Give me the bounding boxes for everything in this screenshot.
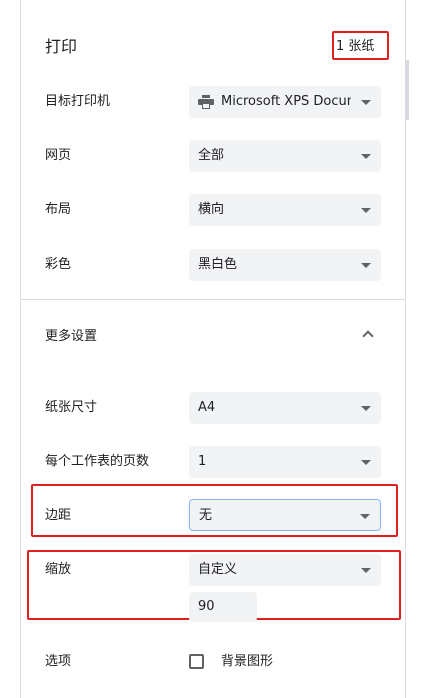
paper-size-value: A4 xyxy=(198,400,216,415)
margins-value: 无 xyxy=(199,508,213,523)
options-label: 选项 xyxy=(45,654,72,669)
pages-per-sheet-value: 1 xyxy=(198,454,207,469)
scale-select[interactable]: 自定义 xyxy=(189,554,381,586)
destination-value: Microsoft XPS Docum xyxy=(221,94,351,109)
scale-input[interactable]: 90 xyxy=(189,592,257,622)
more-settings-label[interactable]: 更多设置 xyxy=(45,327,97,347)
paper-size-label: 纸张尺寸 xyxy=(45,400,98,415)
pages-value: 全部 xyxy=(198,148,225,163)
chevron-up-icon[interactable] xyxy=(362,330,374,342)
scale-input-value: 90 xyxy=(198,599,215,614)
chevron-down-icon xyxy=(361,406,371,411)
destination-select[interactable]: Microsoft XPS Docum xyxy=(189,86,381,118)
panel-left-border xyxy=(20,0,21,698)
destination-label: 目标打印机 xyxy=(45,94,111,109)
paper-size-select[interactable]: A4 xyxy=(189,392,381,424)
pages-select[interactable]: 全部 xyxy=(189,140,381,172)
pages-label: 网页 xyxy=(45,148,72,163)
preview-edge xyxy=(406,60,409,120)
background-graphics-label[interactable]: 背景图形 xyxy=(221,652,273,672)
chevron-down-icon xyxy=(361,460,371,465)
chevron-down-icon xyxy=(361,208,371,213)
layout-value: 横向 xyxy=(198,202,225,217)
chevron-down-icon xyxy=(360,514,370,519)
layout-select[interactable]: 横向 xyxy=(189,194,381,226)
margins-label: 边距 xyxy=(45,508,72,523)
color-label: 彩色 xyxy=(45,257,72,272)
pages-per-sheet-label: 每个工作表的页数 xyxy=(45,454,150,469)
background-graphics-checkbox[interactable] xyxy=(189,654,204,669)
print-title: 打印 xyxy=(45,37,78,56)
color-select[interactable]: 黑白色 xyxy=(189,249,381,281)
layout-label: 布局 xyxy=(45,202,72,217)
scale-value: 自定义 xyxy=(198,562,238,577)
printer-icon xyxy=(198,95,214,109)
chevron-down-icon xyxy=(361,100,371,105)
chevron-down-icon xyxy=(361,154,371,159)
margins-select[interactable]: 无 xyxy=(189,499,381,531)
pages-per-sheet-select[interactable]: 1 xyxy=(189,446,381,478)
chevron-down-icon xyxy=(361,568,371,573)
scale-label: 缩放 xyxy=(45,562,72,577)
color-value: 黑白色 xyxy=(198,257,238,272)
chevron-down-icon xyxy=(361,263,371,268)
sheet-count: 1 张纸 xyxy=(336,39,375,54)
section-divider xyxy=(21,299,405,300)
